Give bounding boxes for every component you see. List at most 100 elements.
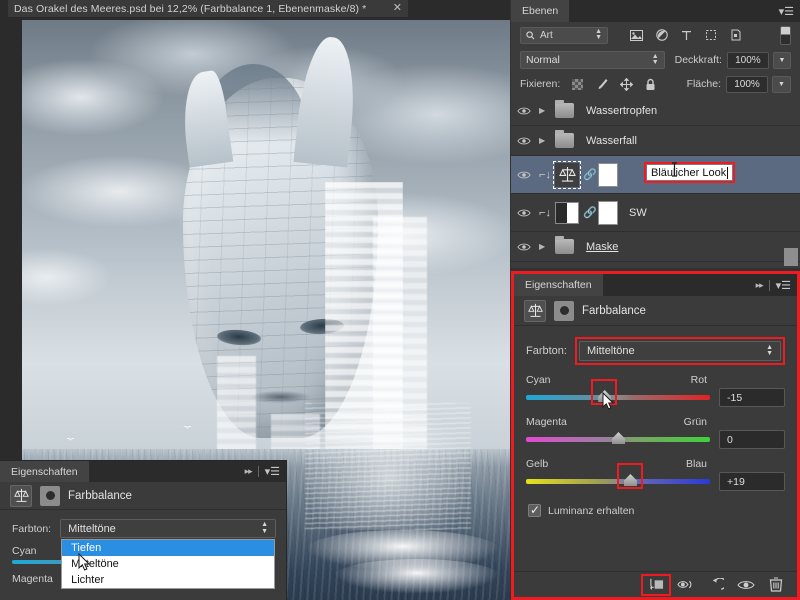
clipping-mask-icon: ⌐↓ — [539, 206, 551, 219]
layer-visibility-toggle[interactable] — [511, 242, 537, 252]
color-balance-thumbnail[interactable] — [553, 160, 581, 189]
dropdown-option-tiefen[interactable]: Tiefen — [62, 540, 274, 556]
delete-icon[interactable] — [761, 574, 791, 596]
luminance-checkbox[interactable] — [528, 503, 541, 517]
link-icon[interactable]: 🔗 — [583, 206, 597, 219]
layer-name[interactable]: Wasserfall — [579, 135, 637, 147]
slider-track[interactable] — [526, 432, 710, 444]
layer-filter-icons — [630, 29, 742, 41]
fill-value[interactable]: 100% — [726, 75, 768, 93]
layer-row[interactable]: ▶ Wasserfall — [511, 126, 800, 156]
tone-select[interactable]: Mitteltöne ▲ ▼ — [578, 341, 781, 361]
opacity-value[interactable]: 100% — [726, 51, 769, 69]
filter-toggle-icon[interactable] — [780, 25, 791, 45]
panel-menu-icon[interactable]: ▾☰ — [776, 279, 791, 292]
dropdown-option-mitteltoene[interactable]: Mitteltöne — [62, 556, 274, 572]
slider-left-label: Cyan — [526, 374, 551, 386]
adjustment-layer-filter-icon[interactable] — [656, 29, 668, 41]
reset-icon[interactable] — [701, 574, 731, 596]
group-expand-arrow[interactable]: ▶ — [539, 106, 550, 115]
chevron-updown-icon[interactable]: ▲ ▼ — [595, 28, 602, 42]
dropdown-option-lichter[interactable]: Lichter — [62, 572, 274, 588]
layer-filter-kind-select[interactable]: Art ▲ ▼ — [520, 26, 608, 44]
layer-row[interactable]: ▶ Maske — [511, 232, 800, 262]
shape-layer-filter-icon[interactable] — [705, 29, 717, 41]
double-arrow-icon[interactable]: ▸▸ — [245, 466, 253, 477]
pixel-layer-filter-icon[interactable] — [630, 29, 643, 41]
floating-tone-label: Farbton: — [12, 522, 52, 535]
gradient-map-thumbnail[interactable] — [555, 201, 579, 224]
lock-all-icon[interactable] — [645, 78, 656, 91]
clip-to-layer-icon[interactable] — [641, 573, 671, 596]
layer-visibility-toggle[interactable] — [511, 136, 537, 146]
slider-left-label: Gelb — [526, 458, 549, 470]
mask-icon[interactable] — [40, 485, 60, 506]
mouse-cursor — [78, 553, 90, 571]
layer-row[interactable]: ⌐↓ 🔗 SW — [511, 194, 800, 232]
opacity-dropdown-button[interactable]: ▼ — [772, 51, 791, 69]
slider-value-input[interactable]: +19 — [719, 472, 785, 491]
double-arrow-icon[interactable]: ▸▸ — [756, 280, 764, 291]
bird-1 — [66, 438, 75, 442]
layer-row-selected[interactable]: ⌐↓ 🔗 Bläulicher Look — [511, 156, 800, 194]
layer-visibility-toggle[interactable] — [511, 170, 537, 180]
blend-mode-select[interactable]: Normal ▲ ▼ — [520, 51, 665, 69]
layer-mask-thumbnail[interactable] — [598, 200, 618, 225]
folder-icon — [555, 236, 574, 254]
document-tab[interactable]: Das Orakel des Meeres.psd bei 12,2% (Far… — [8, 0, 408, 18]
slider-knob[interactable] — [623, 474, 637, 486]
lock-image-icon[interactable] — [595, 78, 608, 90]
water-spray — [305, 402, 471, 531]
chevron-updown-icon[interactable]: ▲ ▼ — [766, 344, 773, 358]
lock-label: Fixieren: — [520, 78, 561, 90]
toggle-visibility-icon[interactable] — [731, 574, 761, 596]
group-expand-arrow[interactable]: ▶ — [539, 242, 550, 251]
layer-row[interactable]: ▶ Wassertropfen — [511, 96, 800, 126]
wave-crest-2 — [334, 559, 501, 595]
panel-menu-icon[interactable]: ▾☰ — [779, 5, 794, 18]
blend-mode-row: Normal ▲ ▼ Deckkraft: 100% ▼ — [511, 48, 800, 72]
slider-track[interactable] — [526, 379, 710, 405]
floating-tone-select[interactable]: Mitteltöne ▲ ▼ Tiefen Mitteltöne Lichter — [60, 519, 276, 589]
slider-value-input[interactable]: 0 — [719, 430, 785, 449]
layer-visibility-toggle[interactable] — [511, 208, 537, 218]
layer-name[interactable]: Maske — [579, 241, 618, 253]
layer-name[interactable]: SW — [622, 207, 647, 219]
opacity-label: Deckkraft: — [674, 54, 722, 66]
chevron-updown-icon[interactable]: ▲ ▼ — [652, 53, 659, 67]
mask-icon[interactable] — [554, 300, 574, 321]
tab-eigenschaften-floating-label: Eigenschaften — [11, 465, 78, 478]
lock-position-icon[interactable] — [620, 77, 634, 91]
tab-eigenschaften-floating[interactable]: Eigenschaften — [0, 461, 90, 482]
layers-scrollbar-thumb[interactable] — [784, 248, 798, 266]
lock-row: Fixieren: Fläche: 100% ▼ — [511, 72, 800, 96]
slider-left-label: Magenta — [526, 416, 567, 428]
tone-highlight-box: Mitteltöne ▲ ▼ — [574, 337, 785, 365]
group-expand-arrow[interactable]: ▶ — [539, 136, 550, 145]
layer-mask-thumbnail[interactable] — [598, 162, 618, 187]
search-icon — [526, 30, 535, 39]
layer-visibility-toggle[interactable] — [511, 106, 537, 116]
link-icon[interactable]: 🔗 — [583, 168, 597, 181]
slider-knob[interactable] — [612, 432, 625, 444]
close-icon[interactable]: ✕ — [385, 3, 402, 14]
color-balance-icon — [558, 166, 576, 182]
layer-rename-input[interactable]: Bläulicher Look — [646, 164, 734, 181]
tab-eigenschaften[interactable]: Eigenschaften — [514, 274, 604, 296]
view-previous-state-icon[interactable] — [671, 574, 701, 596]
color-balance-icon[interactable] — [10, 484, 32, 507]
tone-dropdown-menu: Tiefen Mitteltöne Lichter — [61, 539, 275, 589]
slider-track[interactable] — [526, 463, 710, 489]
fill-dropdown-button[interactable]: ▼ — [772, 75, 791, 93]
smart-object-filter-icon[interactable] — [730, 29, 742, 41]
blend-mode-value: Normal — [526, 54, 560, 66]
lock-transparency-icon[interactable] — [572, 78, 584, 90]
color-balance-icon[interactable] — [524, 299, 546, 322]
slider-value-input[interactable]: -15 — [719, 388, 785, 407]
panel-menu-icon[interactable]: ▾☰ — [265, 465, 280, 478]
type-layer-filter-icon[interactable] — [681, 30, 692, 41]
layer-name[interactable]: Wassertropfen — [579, 105, 657, 117]
tab-ebenen[interactable]: Ebenen — [511, 0, 571, 22]
properties-title: Farbbalance — [582, 304, 646, 317]
chevron-updown-icon[interactable]: ▲ ▼ — [261, 521, 268, 535]
